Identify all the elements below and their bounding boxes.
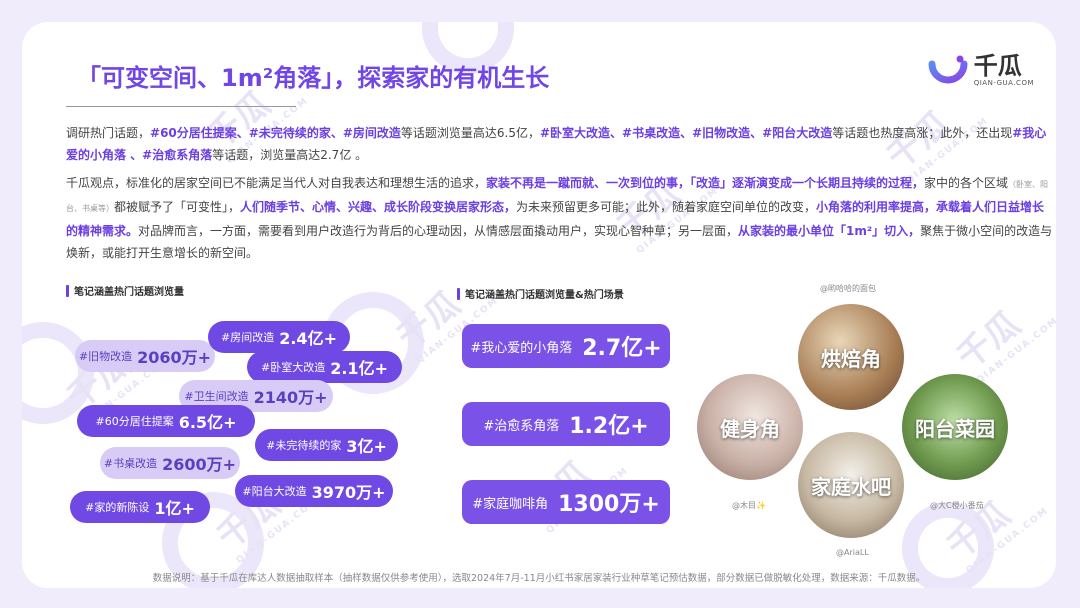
watermark-text: 千瓜QIAN-GUA.COM	[949, 303, 1056, 386]
topic-pill-yangtai: #阳台大改造 3970万+	[235, 475, 393, 507]
topic-pill-shuzhuo: #书桌改造 2600万+	[100, 447, 240, 479]
scene-photo-balcony: 阳台菜园	[902, 374, 1008, 480]
topic-pill-jiade: #家的新陈设 1亿+	[70, 491, 210, 523]
scene-photo-fitness: 健身角	[697, 374, 803, 480]
highlight-text: #60分居住提案、#未完待续的家、#房间改造	[150, 126, 401, 140]
section-label: 笔记涵盖热门话题浏览量	[74, 287, 184, 298]
section-header-left: 笔记涵盖热门话题浏览量	[66, 283, 184, 298]
insight-paragraph: 千瓜观点，标准化的居家空间已不能满足当代人对自我表达和理想生活的追求，家装不再是…	[66, 172, 1056, 264]
highlight-text: 家装不再是一蹴而就、一次到位的事，「改造」逐渐演变成一个长期且持续的过程，	[486, 176, 925, 190]
scene-photo-baking: 烘焙角	[798, 304, 904, 410]
qiangua-logo-icon	[928, 55, 968, 84]
scene-credit: @哟哈哈的面包	[820, 284, 876, 293]
body-text: 千瓜观点，标准化的居家空间已不能满足当代人对自我表达和理想生活的追求，	[66, 176, 487, 190]
scene-credit: @AriaLL	[836, 548, 869, 557]
body-text: 家中的各个区域	[924, 176, 1009, 190]
section-label: 笔记涵盖热门话题浏览量&热门场景	[465, 290, 624, 301]
body-text: 等话题也热度高涨；此外，还出现	[832, 126, 1013, 140]
scene-label: 家庭水吧	[811, 474, 891, 499]
scene-label: 健身角	[720, 416, 780, 441]
slide-card: 千瓜 QIAN-GUA.COM 千瓜 QIAN-GUA.COM 千瓜 QIAN-GUA…	[22, 22, 1056, 588]
body-text: 为未来预留更多可能；此外，随着家庭空间单位的改变，	[516, 200, 817, 214]
body-text: 对品牌而言，一方面，需要看到用户改造行为背后的心理动因，从情感层面撬动用户，实现…	[138, 224, 739, 238]
highlight-text: 从家装的最小单位「1m²」切入，	[738, 224, 921, 238]
topic-pill-zhiyu: #治愈系角落 1.2亿+	[462, 402, 670, 446]
scene-credit: @大C橙小番茄	[930, 501, 984, 510]
scene-label: 烘焙角	[821, 346, 881, 371]
topic-pill-jiuwu: #旧物改造 2060万+	[75, 340, 215, 372]
topic-pill-woshi: #卧室大改造 2.1亿+	[247, 351, 402, 383]
section-bar	[66, 284, 69, 297]
logo-en: QIAN-GUA.COM	[973, 79, 1034, 87]
intro-paragraph: 调研热门话题，#60分居住提案、#未完待续的家、#房间改造等话题浏览量高达6.5…	[66, 122, 1056, 166]
highlight-text: 人们随季节、心情、兴趣、成长阶段变换居家形态，	[240, 200, 517, 214]
topic-pill-fangjian: #房间改造 2.4亿+	[208, 321, 350, 353]
topic-pill-weiwan: #未完待续的家 3亿+	[255, 429, 398, 461]
body-text: 等话题，浏览量高达2.7亿 。	[212, 148, 368, 162]
page-title: 「可变空间、1m²角落」，探索家的有机生长	[77, 64, 550, 92]
body-text: 调研热门话题，	[66, 126, 151, 140]
body-text: 等话题浏览量高达6.5亿，	[400, 126, 540, 140]
scene-credit: @木目✨	[732, 501, 766, 510]
data-disclaimer: 数据说明：基于千瓜在库达人数据抽取样本（抽样数据仅供参考使用），选取2024年7…	[152, 573, 926, 584]
scene-label: 阳台菜园	[915, 416, 995, 441]
topic-pill-kafei: #家庭咖啡角 1300万+	[462, 480, 670, 524]
highlight-text: #卧室大改造、#书桌改造、#旧物改造、#阳台大改造	[539, 126, 833, 140]
brand-logo: 千瓜 QIAN-GUA.COM	[928, 50, 1034, 90]
scene-photo-waterbar: 家庭水吧	[798, 432, 904, 538]
topic-pill-xiaojiaoluo: #我心爱的小角落 2.7亿+	[462, 324, 670, 368]
topic-pill-60fen: #60分居住提案 6.5亿+	[77, 405, 255, 437]
body-text: 都被赋予了「可变性」，	[114, 200, 241, 214]
logo-cn: 千瓜	[973, 52, 1022, 80]
section-header-mid: 笔记涵盖热门话题浏览量&热门场景	[457, 286, 624, 301]
title-underline	[66, 106, 296, 107]
section-bar	[457, 287, 460, 300]
